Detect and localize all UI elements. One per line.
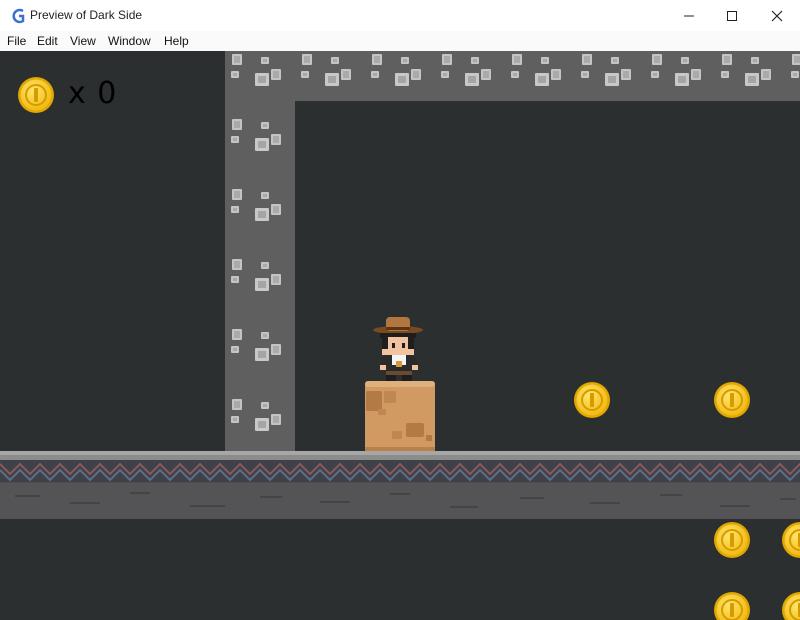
minimize-button[interactable]	[666, 0, 712, 31]
stone-ceiling	[225, 51, 800, 101]
menu-view[interactable]: View	[70, 34, 96, 48]
maximize-icon	[727, 10, 737, 21]
coin-count-text: x 0	[68, 76, 118, 111]
coin	[781, 591, 800, 620]
gamemaker-app-icon	[12, 8, 25, 24]
coin	[781, 521, 800, 559]
coin	[573, 381, 611, 419]
minimize-icon	[684, 15, 694, 16]
coin	[713, 591, 751, 620]
game-scene	[0, 51, 800, 620]
maximize-button[interactable]	[709, 0, 755, 31]
dirt-crate	[365, 381, 435, 451]
coin	[17, 76, 55, 114]
menu-edit[interactable]: Edit	[37, 34, 58, 48]
menu-bar: File Edit View Window Help	[0, 31, 800, 52]
player-explorer	[373, 317, 423, 381]
coin	[713, 381, 751, 419]
coin	[713, 521, 751, 559]
menu-window[interactable]: Window	[108, 34, 151, 48]
close-button[interactable]	[754, 0, 800, 31]
stone-pillar	[225, 101, 295, 452]
menu-help[interactable]: Help	[164, 34, 189, 48]
window-titlebar[interactable]: Preview of Dark Side	[0, 0, 800, 31]
window-title: Preview of Dark Side	[30, 8, 143, 22]
close-icon	[771, 10, 783, 21]
stone-floor	[0, 451, 800, 521]
game-viewport[interactable]: x 0	[0, 51, 800, 620]
menu-file[interactable]: File	[7, 34, 26, 48]
